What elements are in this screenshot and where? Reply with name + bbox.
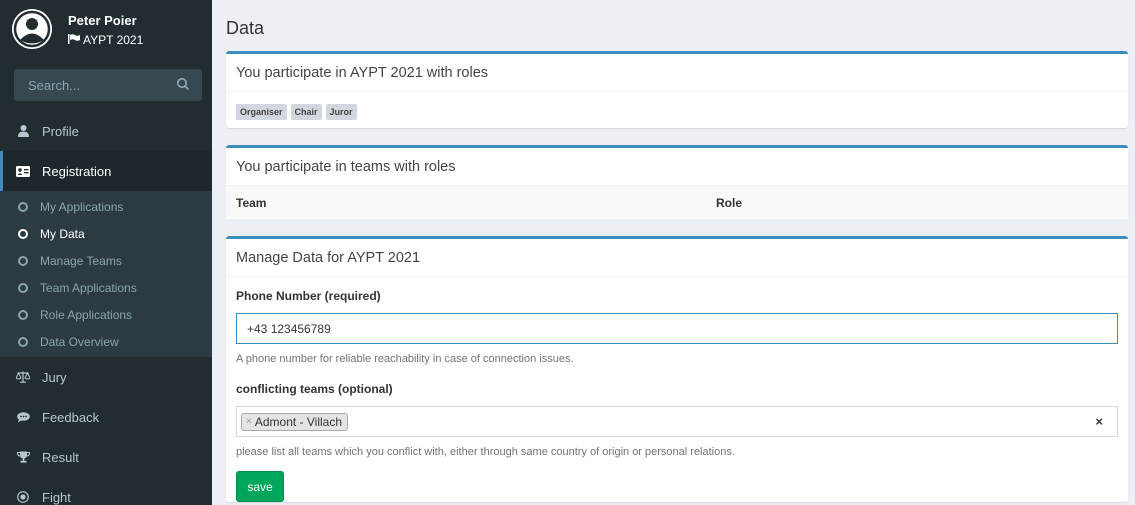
comments-icon	[16, 411, 30, 423]
conflicting-teams-select[interactable]: × Admont - Villach ×	[236, 406, 1118, 437]
user-event[interactable]: AYPT 2021	[68, 33, 143, 47]
trophy-icon	[16, 451, 30, 463]
sidebar-item-label: Registration	[42, 163, 112, 179]
sidebar-item-label: Result	[42, 449, 79, 465]
submenu-item-role-applications[interactable]: Role Applications	[0, 301, 212, 328]
sidebar-item-label: Jury	[42, 369, 67, 385]
submenu-item-my-data[interactable]: My Data	[0, 220, 212, 247]
teams-box-title: You participate in teams with roles	[226, 148, 1128, 186]
circle-icon	[18, 201, 28, 212]
sidebar-menu: Profile Registration My Applications My …	[0, 111, 212, 505]
manage-data-box: Manage Data for AYPT 2021 Phone Number (…	[226, 236, 1128, 502]
user-panel: Peter Poier AYPT 2021	[0, 0, 212, 58]
id-card-icon	[16, 165, 30, 177]
submenu-item-label: Manage Teams	[40, 253, 122, 268]
target-icon	[16, 491, 30, 503]
circle-icon	[18, 282, 28, 293]
search-input[interactable]	[14, 69, 164, 101]
submenu-item-manage-teams[interactable]: Manage Teams	[0, 247, 212, 274]
role-badge: Organiser	[236, 104, 287, 120]
submenu-item-label: Data Overview	[40, 334, 119, 349]
remove-chip-icon[interactable]: ×	[246, 416, 252, 427]
sidebar-item-label: Fight	[42, 489, 71, 505]
phone-input[interactable]	[236, 313, 1118, 344]
roles-box: You participate in AYPT 2021 with roles …	[226, 51, 1128, 128]
sidebar-item-label: Feedback	[42, 409, 100, 425]
user-event-label: AYPT 2021	[83, 33, 144, 47]
sidebar: Peter Poier AYPT 2021 Profile Registrati…	[0, 0, 212, 505]
sidebar-item-label: Profile	[42, 123, 79, 139]
submenu-item-label: My Applications	[40, 199, 124, 214]
user-icon	[16, 125, 30, 137]
teams-box: You participate in teams with roles Team…	[226, 145, 1128, 220]
circle-icon	[18, 255, 28, 266]
column-header-team: Team	[236, 195, 267, 210]
teams-table-header: Team Role	[226, 186, 1128, 220]
submenu-item-label: Role Applications	[40, 307, 133, 322]
column-header-role: Role	[716, 195, 743, 210]
clear-selection-icon[interactable]: ×	[1095, 414, 1103, 429]
circle-icon	[18, 228, 28, 239]
role-badge: Juror	[325, 104, 357, 120]
sidebar-item-result[interactable]: Result	[0, 437, 212, 477]
submenu-item-label: Team Applications	[40, 280, 137, 295]
selected-team-label: Admont - Villach	[254, 414, 342, 429]
circle-icon	[18, 309, 28, 320]
phone-label: Phone Number (required)	[236, 289, 381, 303]
conflict-help-text: please list all teams which you conflict…	[236, 446, 735, 458]
page-title: Data	[226, 18, 265, 38]
roles-box-title: You participate in AYPT 2021 with roles	[226, 54, 1128, 92]
user-name: Peter Poier	[68, 13, 137, 28]
balance-scale-icon	[16, 371, 30, 383]
sidebar-item-registration[interactable]: Registration	[0, 151, 212, 191]
submenu-item-data-overview[interactable]: Data Overview	[0, 328, 212, 355]
search-icon[interactable]	[176, 77, 190, 94]
sidebar-item-jury[interactable]: Jury	[0, 357, 212, 397]
avatar-icon	[12, 9, 52, 49]
manage-box-title: Manage Data for AYPT 2021	[226, 239, 1128, 277]
registration-submenu: My Applications My Data Manage Teams Tea…	[0, 191, 212, 357]
sidebar-item-fight[interactable]: Fight	[0, 477, 212, 505]
search-box	[14, 69, 202, 101]
main-content: Data You participate in AYPT 2021 with r…	[212, 0, 1135, 505]
submenu-item-team-applications[interactable]: Team Applications	[0, 274, 212, 301]
selected-team-chip: × Admont - Villach	[241, 412, 348, 431]
role-badge: Chair	[290, 104, 322, 120]
circle-icon	[18, 336, 28, 347]
conflict-label: conflicting teams (optional)	[236, 382, 393, 396]
flag-icon	[68, 33, 80, 47]
role-badges: Organiser Chair Juror	[226, 92, 1128, 132]
save-button[interactable]: save	[236, 471, 284, 502]
sidebar-item-profile[interactable]: Profile	[0, 111, 212, 151]
manage-data-form: Phone Number (required) A phone number f…	[226, 277, 1128, 505]
sidebar-item-feedback[interactable]: Feedback	[0, 397, 212, 437]
submenu-item-label: My Data	[40, 226, 85, 241]
submenu-item-my-applications[interactable]: My Applications	[0, 193, 212, 220]
phone-help-text: A phone number for reliable reachability…	[236, 353, 574, 365]
